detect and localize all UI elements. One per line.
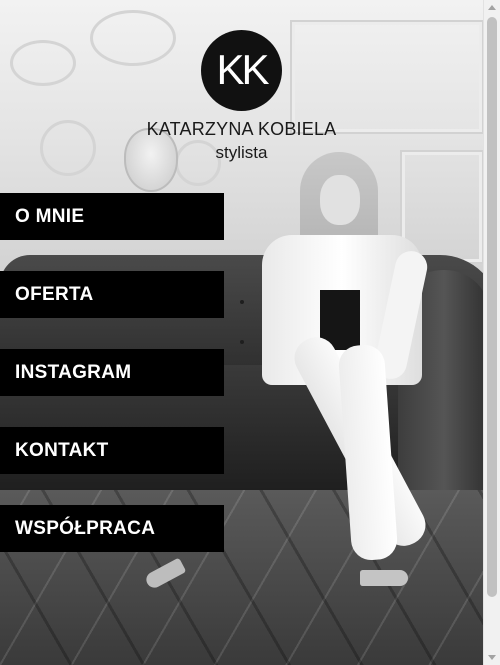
vertical-scrollbar[interactable] xyxy=(483,0,500,665)
wall-molding xyxy=(290,20,484,134)
menu-item-o-mnie[interactable]: O MNIE xyxy=(0,193,224,240)
logo[interactable]: KK xyxy=(201,30,282,111)
scrollbar-thumb[interactable] xyxy=(487,17,497,597)
woman-face xyxy=(320,175,360,225)
woman-shoe xyxy=(360,570,408,586)
menu-item-wspolpraca[interactable]: WSPÓŁPRACA xyxy=(0,505,224,552)
ornament xyxy=(10,40,76,86)
sofa-tuft xyxy=(240,340,244,344)
menu-item-instagram[interactable]: INSTAGRAM xyxy=(0,349,224,396)
brand-tagline: stylista xyxy=(215,143,268,162)
ornament xyxy=(90,10,176,66)
brand-name: KATARZYNA KOBIELA xyxy=(146,119,337,139)
scroll-down-arrow-icon[interactable] xyxy=(488,655,496,660)
sofa-tuft xyxy=(240,300,244,304)
logo-monogram: KK xyxy=(216,45,269,93)
menu-item-kontakt[interactable]: KONTAKT xyxy=(0,427,224,474)
scroll-up-arrow-icon[interactable] xyxy=(488,5,496,10)
menu-item-oferta[interactable]: OFERTA xyxy=(0,271,224,318)
